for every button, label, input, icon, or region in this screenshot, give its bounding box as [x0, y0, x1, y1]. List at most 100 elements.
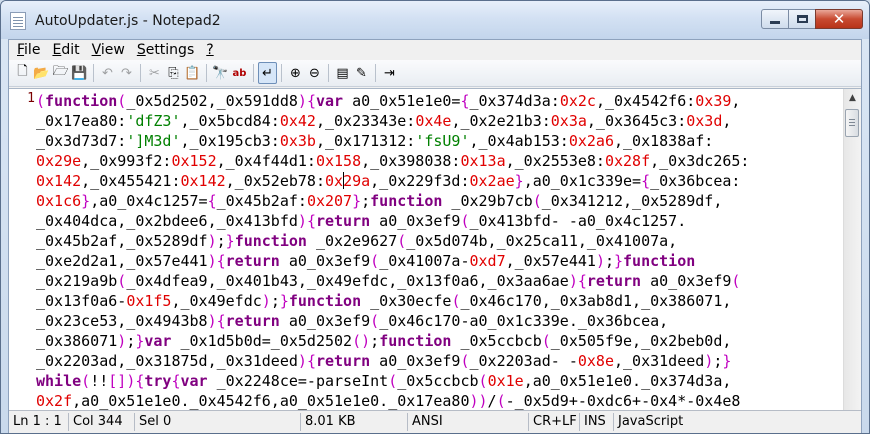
code-line[interactable]: _0x13f0a6-0x1f5,_0x49efdc);}function _0x…: [36, 291, 836, 311]
code-line[interactable]: _0x219a9b(_0x4dfea9,_0x401b43,_0x49efdc,…: [36, 271, 836, 291]
code-token: ,a0_0x51e1e0._0x374d3a,: [523, 372, 732, 390]
browse-button[interactable]: 🗁: [51, 62, 70, 84]
close-button[interactable]: ✕: [815, 9, 863, 29]
undo-icon: ↶: [102, 65, 113, 81]
code-token: {: [216, 312, 226, 330]
line-number-gutter: 1: [9, 89, 37, 433]
code-token: {: [577, 272, 587, 290]
editor[interactable]: 1 (function(_0x5d2502,_0x591dd8){var a0_…: [9, 88, 861, 433]
notepad-app-icon[interactable]: [10, 12, 26, 30]
code-token: function: [623, 252, 696, 270]
code-token: _0x29b7cb: [442, 192, 533, 210]
code-token: ,_0x229f3d:: [370, 172, 470, 190]
scheme-button[interactable]: ▤: [333, 62, 352, 84]
cut-button[interactable]: ✂: [145, 62, 164, 84]
exit-button[interactable]: ⇥: [380, 62, 399, 84]
code-token: {: [171, 372, 181, 390]
code-token: (: [370, 312, 380, 330]
code-token: ,_0x195cb3:: [180, 132, 280, 150]
new-file-button[interactable]: 🗋: [13, 62, 32, 84]
title-bar[interactable]: AutoUpdater.js - Notepad2 ✕: [1, 1, 869, 39]
word-wrap-button[interactable]: ↵: [258, 62, 277, 84]
code-token: function: [234, 232, 307, 250]
code-token: _0x13f0a6-: [36, 292, 127, 310]
code-token: _0x5ccbcb: [397, 372, 479, 390]
code-token: ): [117, 332, 127, 350]
code-token: ,_0x993f2:: [81, 152, 172, 170]
code-line[interactable]: 0x1c6},a0_0x4c1257={_0x45b2af:0x207};fun…: [36, 191, 836, 211]
code-token: ,_0x49efdc: [171, 292, 262, 310]
paste-button[interactable]: 📋: [183, 62, 202, 84]
code-line[interactable]: while(!![]){try{var _0x2248ce=-parseInt(…: [36, 371, 836, 391]
code-token: _0x23ce53,_0x4943b8: [36, 312, 208, 330]
customize-button[interactable]: ✎: [352, 62, 371, 84]
code-token: _0x2248ce=-parseInt: [207, 372, 389, 390]
code-line[interactable]: _0x404dca,_0x2bdee6,_0x413bfd){return a0…: [36, 211, 836, 231]
status-lexer[interactable]: JavaScript: [614, 413, 754, 431]
notepad2-window: AutoUpdater.js - Notepad2 ✕ File Edit View…: [0, 0, 870, 434]
code-token: 0x1f5: [126, 292, 172, 310]
code-line[interactable]: _0x17ea80:'dfZ3',_0x5bcd84:0x42,_0x23343…: [36, 111, 836, 131]
toolbar-separator: [89, 62, 98, 84]
new-file-icon: 🗋: [17, 64, 28, 79]
code-token: ,: [722, 112, 732, 130]
code-token: ): [568, 272, 578, 290]
code-text[interactable]: (function(_0x5d2502,_0x591dd8){var a0_0x…: [36, 91, 836, 411]
code-token: ,_0x171312:: [315, 132, 416, 150]
code-line[interactable]: 0x142,_0x455421:0x142,_0x52eb78:0x29a,_0…: [36, 171, 836, 191]
code-token: 0x1e: [487, 372, 524, 390]
maximize-button[interactable]: [788, 9, 816, 29]
code-line[interactable]: _0x45b2af,_0x5289df);}function _0x2e9627…: [36, 231, 836, 251]
undo-button[interactable]: ↶: [98, 62, 117, 84]
find-button[interactable]: 🔭: [211, 62, 230, 84]
code-token: function: [370, 192, 443, 210]
code-token: _0x5d2502,_0x591dd8: [126, 92, 298, 110]
save-button[interactable]: 💾: [70, 62, 89, 84]
zoom-in-icon: ⊕: [290, 65, 301, 81]
scrollbar-thumb[interactable]: [845, 109, 859, 137]
code-token: function: [288, 292, 362, 310]
vertical-scrollbar[interactable]: ▲ ▼: [843, 89, 861, 433]
code-token: ,_0x57e441: [505, 252, 596, 270]
code-token: return: [225, 252, 280, 270]
code-line[interactable]: (function(_0x5d2502,_0x591dd8){var a0_0x…: [36, 91, 836, 111]
code-token: (: [496, 392, 506, 410]
code-token: _0x219a9b: [36, 272, 118, 290]
scroll-up-arrow-icon[interactable]: ▲: [844, 89, 861, 106]
open-folder-button[interactable]: 📂: [32, 62, 51, 84]
toolbar-separator: [324, 62, 333, 84]
code-line[interactable]: 0x29e,_0x993f2:0x152,_0x4f44d1:0x158,_0x…: [36, 151, 836, 171]
menu-label: dit: [61, 42, 80, 58]
menu-item-2[interactable]: View: [86, 40, 131, 60]
redo-button[interactable]: ↷: [117, 62, 136, 84]
replace-button[interactable]: ab: [230, 62, 249, 84]
status-line-endings[interactable]: CR+LF: [529, 413, 580, 431]
code-token: (: [117, 272, 127, 290]
code-line[interactable]: _0xe2d2a1,_0x57e441){return a0_0x3ef9(_0…: [36, 251, 836, 271]
window-title: AutoUpdater.js - Notepad2: [35, 13, 221, 29]
menu-item-1[interactable]: Edit: [46, 40, 85, 60]
code-line[interactable]: _0x23ce53,_0x4943b8){return a0_0x3ef9(_0…: [36, 311, 836, 331]
code-token: _0x36bcea:: [650, 172, 741, 190]
menu-item-3[interactable]: Settings: [131, 40, 200, 60]
minimize-button[interactable]: [761, 9, 789, 29]
code-line[interactable]: _0x386071);}var _0x1d5b0d=_0x5d2502();fu…: [36, 331, 836, 351]
code-line[interactable]: _0x3d73d7:']M3d',_0x195cb3:0x3b,_0x17131…: [36, 131, 836, 151]
code-line[interactable]: _0x2203ad,_0x31875d,_0x31deed){return a0…: [36, 351, 836, 371]
zoom-in-button[interactable]: ⊕: [286, 62, 305, 84]
status-encoding[interactable]: ANSI: [408, 413, 529, 431]
copy-button[interactable]: ⎘: [164, 62, 183, 84]
status-bar: Ln 1 : 1 Col 344 Sel 0 8.01 KB ANSI CR+L…: [9, 410, 861, 433]
status-insert-mode[interactable]: INS: [580, 413, 614, 431]
code-token: ,a0_0x1c339e=: [523, 172, 642, 190]
code-token: while: [36, 372, 82, 390]
menu-item-0[interactable]: File: [11, 40, 46, 60]
zoom-out-button[interactable]: ⊖: [305, 62, 324, 84]
menu-item-4[interactable]: ?: [200, 40, 219, 60]
code-line[interactable]: 0x2f,a0_0x51e1e0._0x4542f6,a0_0x51e1e0._…: [36, 391, 836, 411]
code-token: 0x2f: [36, 392, 73, 410]
word-wrap-icon: ↵: [262, 65, 273, 81]
toolbar: 🗋 📂 🗁 💾 ↶ ↷ ✂ ⎘ 📋 🔭 ab ↵ ⊕ ⊖ ▤ ✎ ⇥: [9, 60, 861, 87]
code-token: _0x2e9627: [306, 232, 398, 250]
code-token: _0x30ecfe: [361, 292, 452, 310]
